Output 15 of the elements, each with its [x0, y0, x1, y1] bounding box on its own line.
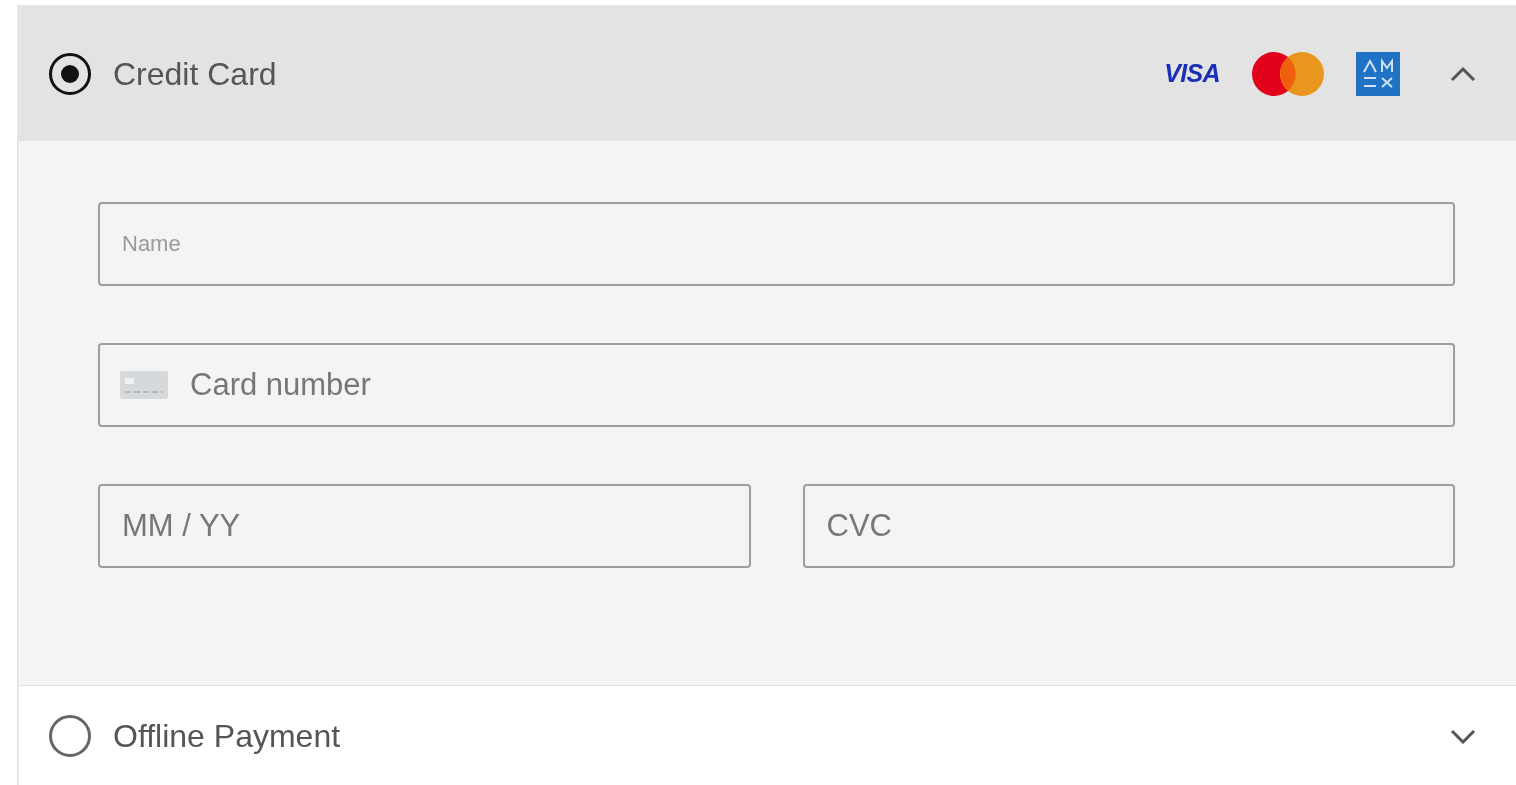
radio-button[interactable]	[49, 52, 91, 95]
mastercard-logo	[1252, 50, 1324, 97]
radio-button[interactable]	[49, 715, 91, 757]
payment-option-label: Credit Card	[113, 54, 278, 94]
text-field[interactable]: Name	[98, 202, 1455, 286]
visa-logo: VISA	[1164, 57, 1220, 89]
payment-option-header[interactable]: Credit Card VISA	[19, 6, 1516, 141]
amex-logo	[1356, 51, 1400, 96]
chevron-up-icon[interactable]	[1450, 65, 1476, 82]
chevron-down-icon[interactable]	[1450, 728, 1476, 744]
card-number-field[interactable]: Card number	[98, 343, 1455, 427]
text-field[interactable]: CVC	[802, 484, 1455, 568]
text-field[interactable]: MM / YY	[98, 484, 751, 568]
credit-card-icon	[120, 371, 168, 399]
payment-option-label: Offline Payment	[113, 717, 342, 756]
